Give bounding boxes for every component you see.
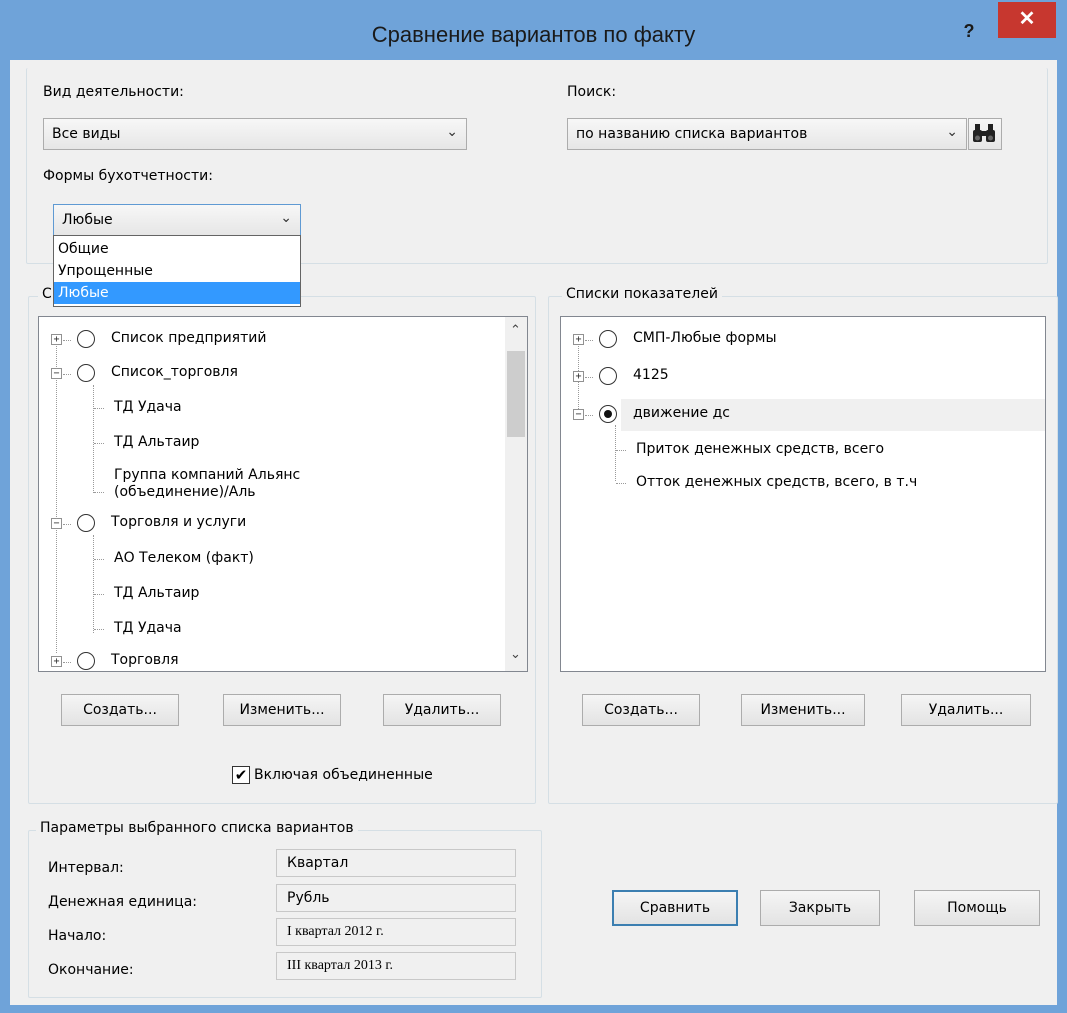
tree-row-label: ТД Альтаир [114,585,200,601]
scroll-up-icon[interactable]: ⌃ [510,323,521,338]
end-label: Окончание: [48,962,134,978]
expand-icon[interactable]: + [51,656,62,667]
radio-button[interactable] [77,364,95,382]
tree-row-label: движение дс [633,405,730,421]
tree-row-label: ТД Удача [114,399,182,415]
scroll-down-icon[interactable]: ⌄ [510,647,521,662]
chevron-down-icon: ⌄ [280,210,292,226]
radio-button[interactable] [77,514,95,532]
variants-delete-button[interactable]: Удалить... [383,694,501,726]
dropdown-option-selected[interactable]: Любые [54,282,300,304]
start-value: I квартал 2012 г. [276,918,516,946]
dropdown-option[interactable]: Упрощенные [54,260,300,282]
compare-button[interactable]: Сравнить [612,890,738,926]
close-button[interactable]: Закрыть [760,890,880,926]
currency-label: Денежная единица: [48,894,198,910]
tree-row-label: АО Телеком (факт) [114,550,254,566]
binoculars-icon [973,124,995,142]
radio-button[interactable] [77,330,95,348]
tree-row-label: Отток денежных средств, всего, в т.ч [636,474,918,490]
help-icon[interactable]: ? [956,18,982,44]
help-button[interactable]: Помощь [914,890,1040,926]
variants-edit-button[interactable]: Изменить... [223,694,341,726]
tree-row-label: СМП-Любые формы [633,330,777,346]
tree-row-label: Список предприятий [111,330,267,346]
radio-button[interactable] [599,330,617,348]
indicators-tree[interactable]: + СМП-Любые формы + 4125 − движение дс П… [560,316,1046,672]
tree-row-label: 4125 [633,367,669,383]
collapse-icon[interactable]: − [51,518,62,529]
dropdown-option[interactable]: Общие [54,238,300,260]
expand-icon[interactable]: + [51,334,62,345]
scroll-thumb[interactable] [507,351,525,437]
activity-label: Вид деятельности: [43,84,184,100]
search-label: Поиск: [567,84,617,100]
radio-button[interactable] [599,367,617,385]
include-merged-label[interactable]: Включая объединенные [254,767,433,783]
tree-row-label: ТД Альтаир [114,434,200,450]
forms-label: Формы бухотчетности: [43,168,213,184]
tree-connector [56,343,57,653]
scrollbar[interactable]: ⌃ ⌄ [505,317,527,671]
radio-button[interactable] [77,652,95,670]
close-icon[interactable]: ✕ [998,2,1056,38]
radio-button-selected[interactable] [599,405,617,423]
tree-row-label: Группа компаний Альянс (объединение)/Аль [114,467,301,500]
variants-create-button[interactable]: Создать... [61,694,179,726]
indicators-caption: Списки показателей [562,286,722,302]
title-bar[interactable]: Сравнение вариантов по факту ? ✕ [0,0,1067,60]
chevron-down-icon: ⌄ [946,124,958,140]
params-caption: Параметры выбранного списка вариантов [36,820,358,836]
forms-combo[interactable]: Любые ⌄ [53,204,301,236]
tree-row-label: Список_торговля [111,364,238,380]
tree-row-label: ТД Удача [114,620,182,636]
tree-connector [93,535,94,633]
interval-value: Квартал [276,849,516,877]
search-button[interactable] [968,118,1002,150]
end-value: III квартал 2013 г. [276,952,516,980]
collapse-icon[interactable]: − [51,368,62,379]
variants-tree[interactable]: + Список предприятий − Список_торговля Т… [38,316,528,672]
tree-row-label: Приток денежных средств, всего [636,441,885,457]
dialog-window: Сравнение вариантов по факту ? ✕ Вид дея… [0,0,1067,1013]
tree-connector [615,425,616,481]
indicators-delete-button[interactable]: Удалить... [901,694,1031,726]
forms-dropdown-list[interactable]: Общие Упрощенные Любые [53,235,301,307]
chevron-down-icon: ⌄ [446,124,458,140]
start-label: Начало: [48,928,107,944]
search-value: по названию списка вариантов [576,126,808,142]
collapse-icon[interactable]: − [573,409,584,420]
tree-row-label: Торговля [111,652,179,668]
expand-icon[interactable]: + [573,334,584,345]
window-title: Сравнение вариантов по факту [371,22,696,47]
tree-row[interactable]: Группа компаний Альянс (объединение)/Аль [94,467,394,507]
indicators-edit-button[interactable]: Изменить... [741,694,865,726]
currency-value: Рубль [276,884,516,912]
tree-row-label: Торговля и услуги [111,514,247,530]
include-merged-checkbox[interactable]: ✔ [232,766,250,784]
search-combo[interactable]: по названию списка вариантов ⌄ [567,118,967,150]
activity-value: Все виды [52,126,121,142]
expand-icon[interactable]: + [573,371,584,382]
interval-label: Интервал: [48,860,124,876]
activity-combo[interactable]: Все виды ⌄ [43,118,467,150]
dialog-body: Вид деятельности: Все виды ⌄ Поиск: по н… [10,60,1058,1005]
indicators-create-button[interactable]: Создать... [582,694,700,726]
forms-value: Любые [62,212,113,228]
